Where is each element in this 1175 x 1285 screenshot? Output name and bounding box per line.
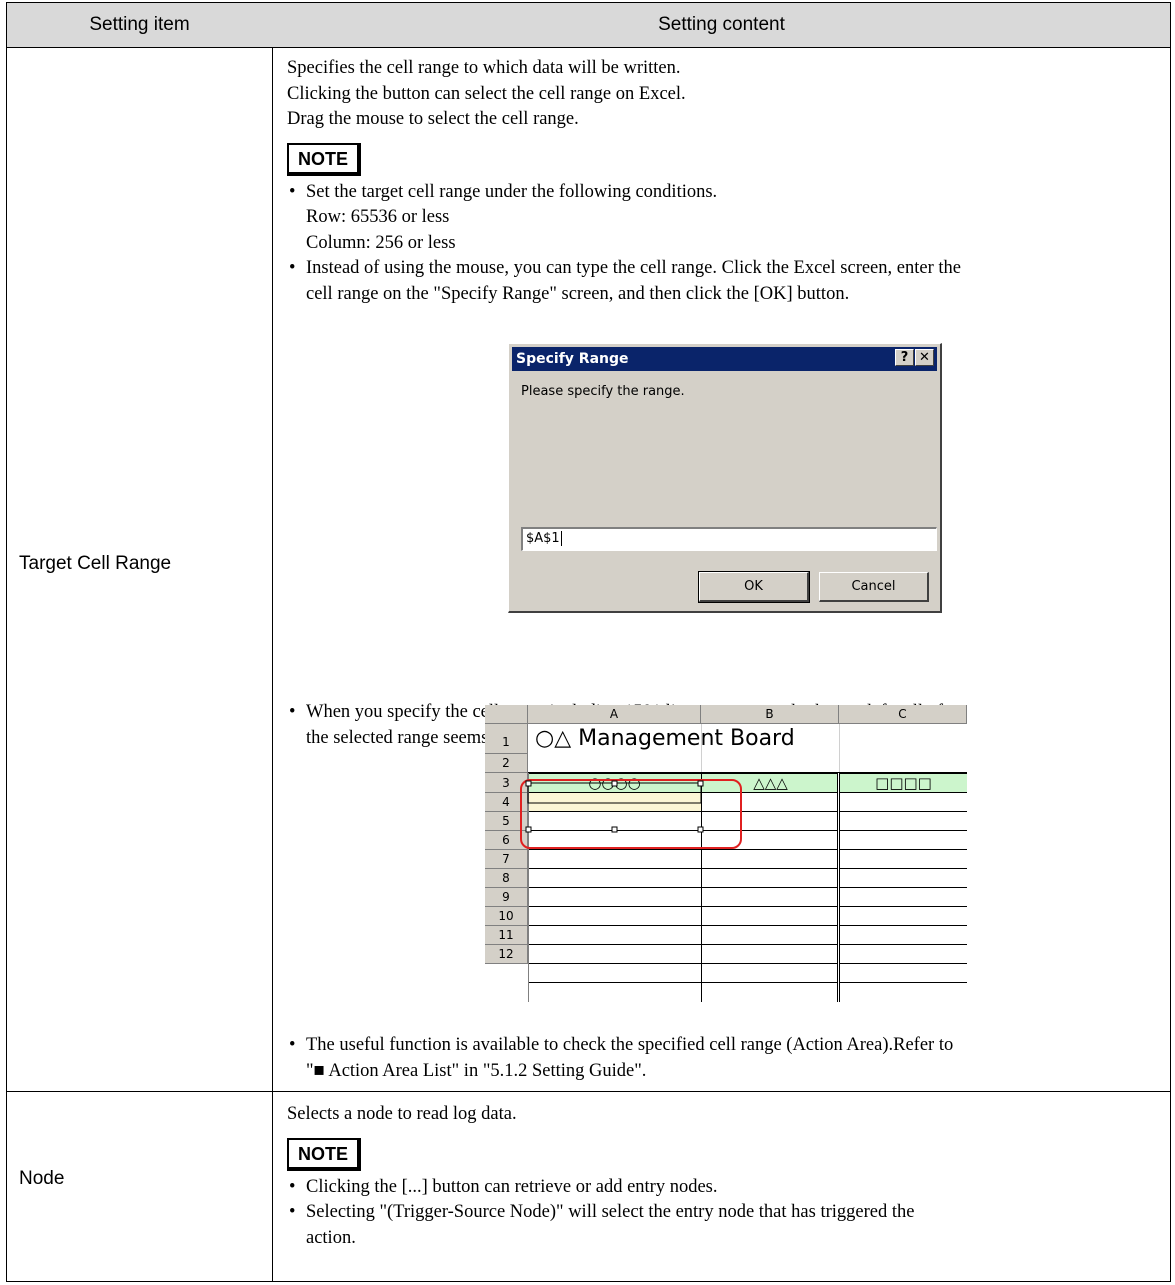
cancel-button[interactable]: Cancel [819,572,929,602]
settings-table: Setting item Setting content Target Cell… [6,2,1171,1282]
row-content-target-cell-range-3: The useful function is available to chec… [287,1033,1162,1084]
table-row-node: Node Selects a node to read log data. NO… [7,1092,1170,1281]
bullet-conditions: Set the target cell range under the foll… [287,180,1162,206]
bullet-type-range-cont: cell range on the "Specify Range" screen… [306,283,850,304]
row-label-node: Node [19,1168,65,1189]
intro-line-1: Specifies the cell range to which data w… [287,58,681,78]
bullet-action-area: The useful function is available to chec… [287,1033,1162,1059]
bullet-action-area-cont: "■ Action Area List" in "5.1.2 Setting G… [306,1060,647,1081]
resize-handle[interactable] [611,826,618,833]
node-intro: Selects a node to read log data. [287,1104,517,1124]
intro-line-3: Drag the mouse to select the cell range. [287,109,579,129]
ok-button[interactable]: OK [698,571,810,603]
condition-column: Column: 256 or less [306,232,456,253]
range-input-value: $A$1 [526,531,560,546]
header-setting-content: Setting content [658,14,785,35]
bullet-trigger-source: Selecting "(Trigger-Source Node)" will s… [287,1200,1162,1226]
note-badge: NOTE [287,142,362,176]
dialog-message: Please specify the range. [521,384,685,399]
specify-range-dialog: Specify Range ? ✕ Please specify the ran… [508,343,942,613]
table-header: Setting item Setting content [7,3,1170,48]
close-icon[interactable]: ✕ [915,349,934,366]
range-input[interactable]: $A$1 [521,527,937,551]
resize-handle[interactable] [611,780,618,787]
dialog-titlebar: Specify Range [512,347,937,371]
spreadsheet-preview: A B C 1 2 3 4 5 6 7 8 9 10 11 12 ○△ Mana… [485,705,967,1002]
bullet-trigger-source-cont: action. [306,1227,356,1248]
selection-highlight [520,779,742,849]
resize-handle[interactable] [525,826,532,833]
condition-row: Row: 65536 or less [306,207,450,227]
help-icon[interactable]: ? [895,349,914,366]
bullet-type-range: Instead of using the mouse, you can type… [287,256,1162,282]
row-content-target-cell-range: Specifies the cell range to which data w… [287,56,1162,307]
bullet-retrieve-nodes: Clicking the [...] button can retrieve o… [287,1175,1162,1201]
row-content-node: Selects a node to read log data. NOTE Cl… [287,1102,1162,1251]
dialog-title: Specify Range [516,351,629,367]
intro-line-2: Clicking the button can select the cell … [287,83,686,104]
row-label-target-cell-range: Target Cell Range [19,553,172,574]
note-badge: NOTE [287,1137,362,1171]
resize-handle[interactable] [697,780,704,787]
resize-handle[interactable] [525,780,532,787]
selection-overlay [520,779,742,849]
resize-handle[interactable] [697,826,704,833]
header-setting-item: Setting item [89,14,190,35]
